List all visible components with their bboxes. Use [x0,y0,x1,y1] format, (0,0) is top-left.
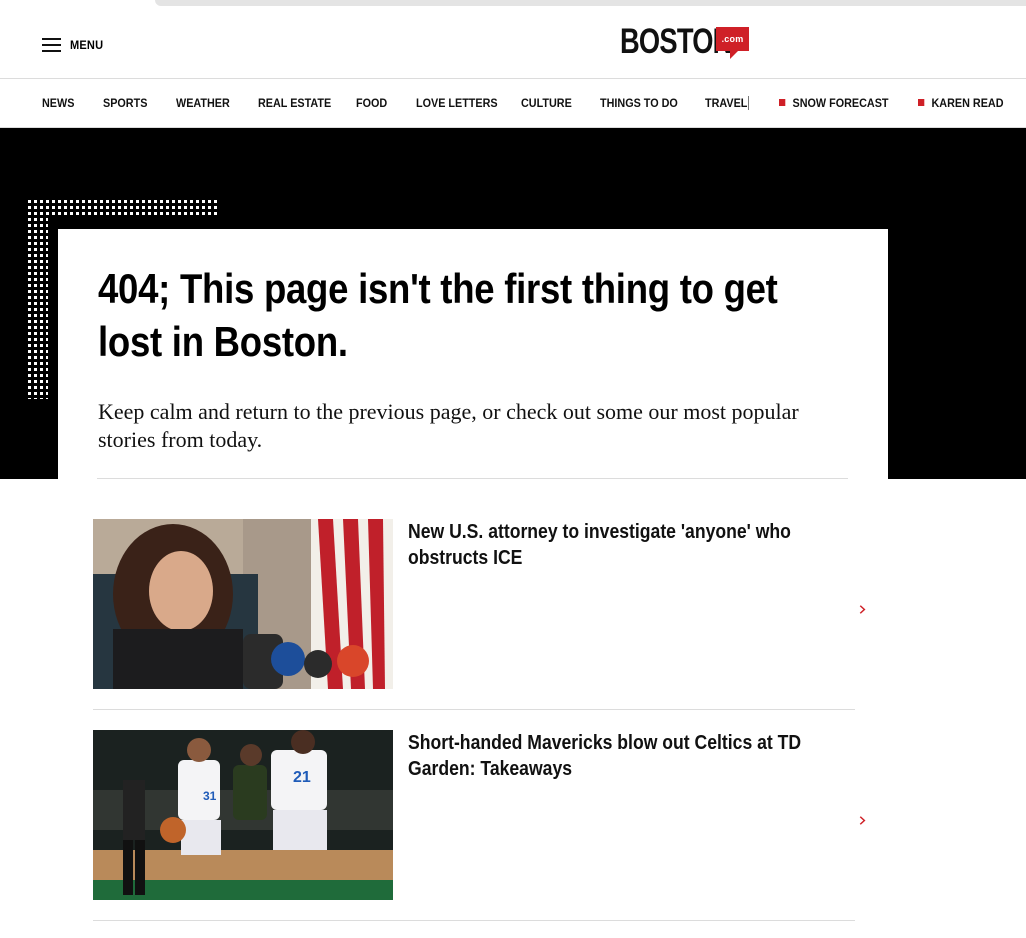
nav-item-love-letters[interactable]: LOVE LETTERS [416,96,498,110]
story-thumbnail-image: 21 31 [93,730,393,900]
nav-item-food[interactable]: FOOD [356,96,387,110]
trending-marker-icon [779,99,786,106]
story-headline[interactable]: New U.S. attorney to investigate 'anyone… [408,519,839,571]
trending-label: SNOW FORECAST [792,96,889,110]
browser-chrome-strip [155,0,1026,6]
trending-item-karen-read[interactable]: KAREN READ [918,96,1004,110]
nav-item-things-to-do[interactable]: THINGS TO DO [600,96,678,110]
story-item[interactable]: New U.S. attorney to investigate 'anyone… [93,519,866,689]
chevron-right-icon[interactable] [858,605,867,614]
chevron-right-icon[interactable] [858,816,867,825]
story-headline[interactable]: Short-handed Mavericks blow out Celtics … [408,730,839,782]
section-nav: NEWS SPORTS WEATHER REAL ESTATE FOOD LOV… [0,79,1026,128]
svg-text:21: 21 [293,769,311,786]
nav-item-culture[interactable]: CULTURE [521,96,572,110]
nav-item-weather[interactable]: WEATHER [176,96,230,110]
story-item[interactable]: 21 31 Short-handed Mavericks blow out Ce… [93,730,866,900]
divider [93,920,855,921]
logo-com-badge: .com [716,27,749,59]
logo-wordmark: BOSTON [620,22,732,61]
nav-item-sports[interactable]: SPORTS [103,96,147,110]
divider [93,709,855,710]
error-title: 404; This page isn't the first thing to … [98,265,778,365]
menu-button[interactable]: MENU [42,36,106,54]
nav-divider [748,96,749,110]
story-thumbnail[interactable] [93,519,393,689]
story-thumbnail[interactable]: 21 31 [93,730,393,900]
error-message: Keep calm and return to the previous pag… [98,399,799,452]
story-thumbnail-image [93,519,393,689]
nav-item-travel[interactable]: TRAVEL [705,96,747,110]
trending-item-snow-forecast[interactable]: SNOW FORECAST [779,96,889,110]
trending-marker-icon [918,99,925,106]
trending-label: KAREN READ [931,96,1004,110]
hamburger-icon [42,38,61,52]
site-logo[interactable]: BOSTON .com [620,24,749,64]
divider [97,478,848,479]
nav-item-real-estate[interactable]: REAL ESTATE [258,96,331,110]
nav-item-news[interactable]: NEWS [42,96,74,110]
site-header: MENU BOSTON .com [0,12,1026,79]
menu-label: MENU [70,38,104,52]
svg-text:31: 31 [203,789,217,803]
